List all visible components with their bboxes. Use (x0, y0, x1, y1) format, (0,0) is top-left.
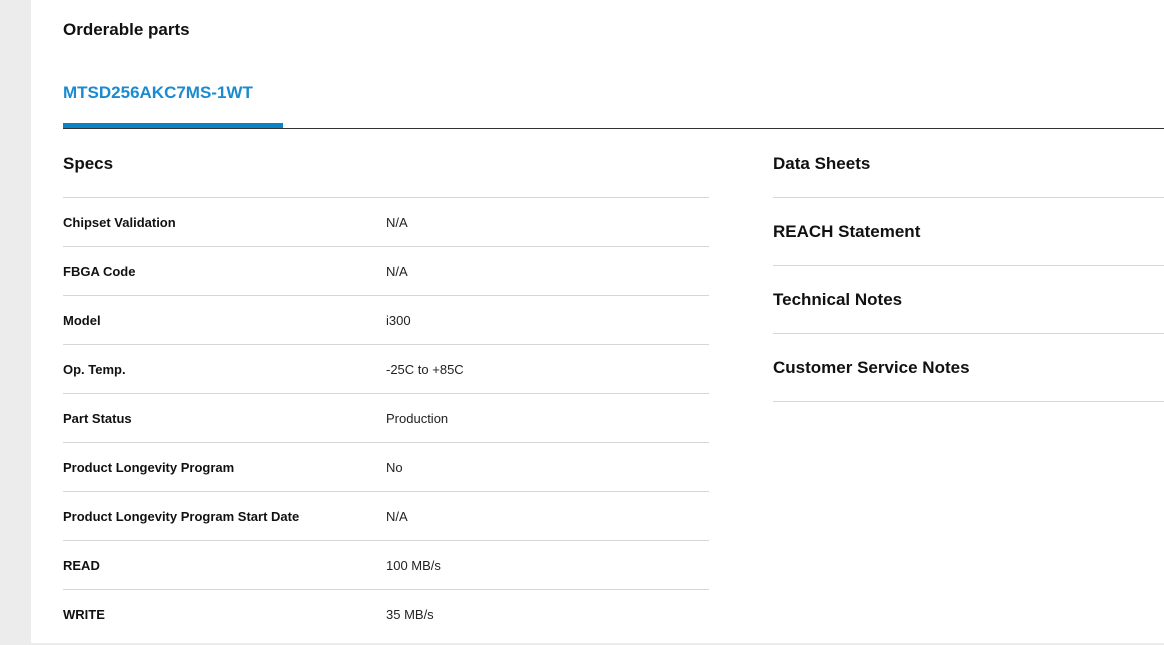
part-tab-bar: MTSD256AKC7MS-1WT (63, 0, 1164, 130)
spec-label: Chipset Validation (63, 214, 176, 230)
doc-link-label: Technical Notes (773, 290, 903, 309)
spec-value: N/A (386, 263, 408, 279)
spec-value: No (386, 459, 403, 475)
doc-link-label: Customer Service Notes (773, 358, 970, 377)
spec-row-plp-start-date: Product Longevity Program Start Date N/A (63, 492, 709, 541)
spec-label: READ (63, 557, 100, 573)
spec-label: Op. Temp. (63, 361, 126, 377)
spec-row-chipset-validation: Chipset Validation N/A (63, 198, 709, 247)
spec-value: i300 (386, 312, 411, 328)
doc-link-technical-notes[interactable]: Technical Notes (773, 286, 1164, 334)
doc-link-customer-service-notes[interactable]: Customer Service Notes (773, 354, 1164, 402)
spec-label: Model (63, 312, 101, 328)
spec-row-read: READ 100 MB/s (63, 541, 709, 590)
spec-row-write: WRITE 35 MB/s (63, 590, 709, 638)
spec-row-product-longevity-program: Product Longevity Program No (63, 443, 709, 492)
spec-row-part-status: Part Status Production (63, 394, 709, 443)
spec-label: WRITE (63, 606, 105, 622)
spec-label: FBGA Code (63, 263, 136, 279)
tab-divider (63, 128, 1164, 129)
doc-link-reach-statement[interactable]: REACH Statement (773, 218, 1164, 266)
specs-section: Specs Chipset Validation N/A FBGA Code N… (63, 150, 709, 638)
spec-label: Product Longevity Program Start Date (63, 508, 300, 524)
spec-value: 35 MB/s (386, 606, 434, 622)
spec-row-model: Model i300 (63, 296, 709, 345)
tab-part-number[interactable]: MTSD256AKC7MS-1WT (63, 83, 253, 103)
spec-value: N/A (386, 214, 408, 230)
spec-label: Product Longevity Program (63, 459, 235, 475)
spec-value: -25C to +85C (386, 361, 464, 377)
doc-link-label: REACH Statement (773, 222, 921, 241)
orderable-parts-panel: Orderable parts MTSD256AKC7MS-1WT Specs … (31, 0, 1164, 643)
spec-label: Part Status (63, 410, 132, 426)
spec-row-op-temp: Op. Temp. -25C to +85C (63, 345, 709, 394)
spec-value: N/A (386, 508, 408, 524)
spec-value: Production (386, 410, 449, 426)
spec-value: 100 MB/s (386, 557, 441, 573)
doc-link-label: Data Sheets (773, 154, 871, 173)
doc-link-data-sheets[interactable]: Data Sheets (773, 150, 1164, 198)
specs-title: Specs (63, 150, 709, 198)
spec-row-fbga-code: FBGA Code N/A (63, 247, 709, 296)
documents-section: Data Sheets REACH Statement Technical No… (773, 150, 1164, 422)
